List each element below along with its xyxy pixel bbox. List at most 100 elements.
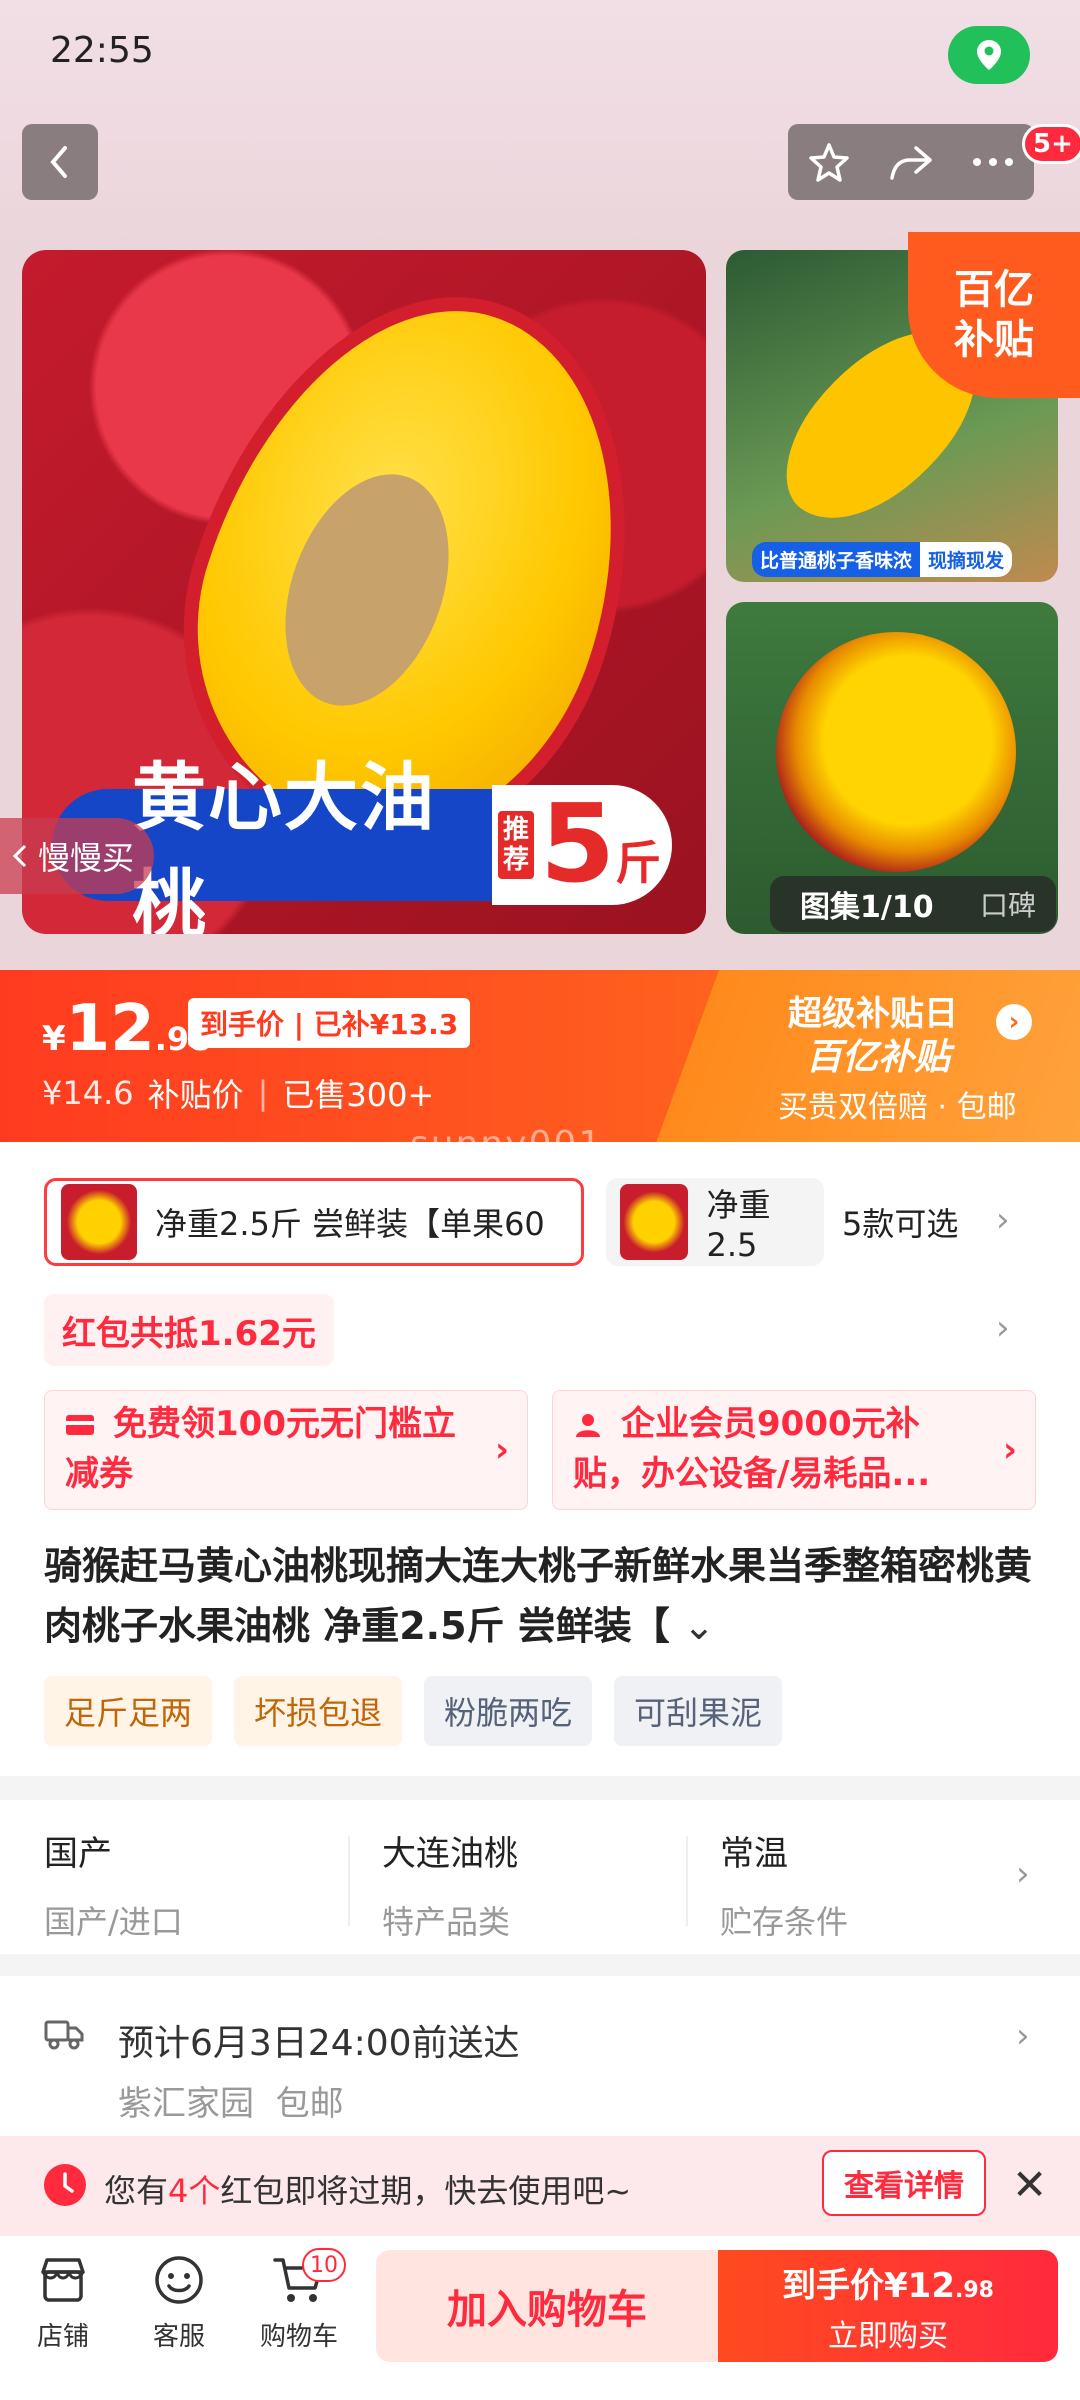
recommend-label: 推荐 (498, 811, 534, 879)
buy-now-label: 立即购买 (828, 2318, 948, 2354)
sku-option[interactable]: 净重2.5 (606, 1178, 824, 1266)
sku-label: 净重2.5 (706, 1186, 771, 1264)
recommend-weight: 5 (540, 782, 616, 907)
coupon-text: 企业会员9000元补贴，办公设备/易耗品... (573, 1404, 931, 1494)
notice-text: 您有4个红包即将过期，快去使用吧~ (104, 2166, 631, 2212)
slow-buy-button[interactable]: 慢慢买 (0, 818, 155, 894)
image-gallery[interactable]: 黄心大油桃 推荐 5 斤 慢慢买 比普通桃子香味浓 现摘现发 百亿 补贴 图集1… (0, 232, 1080, 970)
original-price: ¥14.6 (42, 1074, 134, 1112)
slow-buy-label: 慢慢买 (38, 839, 135, 877)
sku-thumbnail (61, 1184, 137, 1260)
customer-service-icon (155, 2256, 203, 2304)
sku-option-selected[interactable]: 净重2.5斤 尝鲜装【单果60 (44, 1178, 584, 1266)
promo-arrow-icon[interactable]: › (996, 1004, 1032, 1040)
price-integer: 12 (65, 992, 155, 1066)
thumbnail-tag-left: 比普通桃子香味浓 (752, 542, 921, 577)
chevron-right-icon: › (1016, 2016, 1030, 2056)
notice-suffix: 红包即将过期，快去使用吧~ (220, 2172, 632, 2210)
price-separator: | (257, 1074, 269, 1112)
coupon-free-100[interactable]: 免费领100元无门槛立减券 › (44, 1390, 528, 1510)
chevron-right-icon[interactable]: › (996, 1308, 1010, 1348)
delivery-info[interactable]: 预计6月3日24:00前送达 紫汇家园 包邮 › (0, 1976, 1080, 2136)
peach-half-illustration (776, 632, 1016, 872)
share-icon (890, 146, 932, 180)
delivery-shipping: 包邮 (275, 2084, 344, 2124)
coupon-enterprise[interactable]: 企业会员9000元补贴，办公设备/易耗品... › (552, 1390, 1036, 1510)
add-to-cart-button[interactable]: 加入购物车 (376, 2250, 718, 2362)
red-packet-notice: 您有4个红包即将过期，快去使用吧~ 查看详情 ✕ (0, 2136, 1080, 2236)
coupon-text: 免费领100元无门槛立减券 (65, 1404, 456, 1494)
delivery-eta: 预计6月3日24:00前送达 (118, 2023, 520, 2064)
banner-recommend: 推荐 5 斤 (492, 785, 672, 905)
shop-label: 店铺 (36, 2322, 89, 2352)
product-tags: 足斤足两 坏损包退 粉脆两吃 可刮果泥 (44, 1676, 783, 1746)
product-title-text: 骑猴赶马黄心油桃现摘大连大桃子新鲜水果当季整箱密桃黄肉桃子水果油桃 净重2.5斤… (44, 1544, 1033, 1648)
status-time: 22:55 (50, 30, 154, 71)
service-label: 客服 (152, 2322, 205, 2352)
service-button[interactable]: 客服 (124, 2252, 234, 2353)
chevron-left-icon (12, 844, 27, 868)
chevron-left-icon (50, 146, 67, 178)
promo-logo: 百亿补贴 (806, 1037, 951, 1078)
more-dots-icon (973, 158, 1013, 166)
delivery-address: 紫汇家园 (118, 2084, 254, 2124)
subsidy-price-label: 补贴价 (147, 1076, 244, 1114)
tag-full-weight: 足斤足两 (44, 1676, 213, 1746)
cart-count-badge: 10 (302, 2248, 346, 2282)
buy-price: 到手价¥12.98 (782, 2258, 994, 2307)
spec-key: 国产/进口 (44, 1903, 183, 1941)
chevron-right-icon: › (1016, 1854, 1030, 1894)
header: 22:55 5+ (0, 0, 1080, 250)
back-button[interactable] (22, 124, 98, 200)
promo-subtitle: 买贵双倍赔 · 包邮 (778, 1090, 1017, 1125)
chevron-right-icon[interactable]: › (996, 1200, 1010, 1240)
close-icon[interactable]: ✕ (1012, 2160, 1047, 2209)
buy-price-decimal: .98 (955, 2277, 994, 2303)
tag-damage-refund: 坏损包退 (234, 1676, 403, 1746)
subsidy-badge-line1: 百亿 (954, 267, 1034, 313)
gallery-reviews-tab[interactable]: 口碑 (980, 884, 1036, 924)
price-currency: ¥ (42, 1019, 66, 1059)
share-button[interactable] (876, 127, 946, 197)
location-indicator[interactable] (948, 26, 1030, 84)
shop-button[interactable]: 店铺 (8, 2252, 118, 2353)
thumbnail-tag: 比普通桃子香味浓 现摘现发 (752, 542, 1013, 577)
gallery-counter[interactable]: 图集1/10 口碑 (770, 876, 1056, 932)
tag-texture: 粉脆两吃 (424, 1676, 593, 1746)
tag-puree: 可刮果泥 (614, 1676, 783, 1746)
product-title[interactable]: 骑猴赶马黄心油桃现摘大连大桃子新鲜水果当季整箱密桃黄肉桃子水果油桃 净重2.5斤… (44, 1536, 1034, 1656)
chevron-right-icon: › (494, 1430, 509, 1470)
spec-value: 常温 (720, 1834, 788, 1874)
sku-count[interactable]: 5款可选 (842, 1199, 958, 1245)
spec-storage: 常温 贮存条件 (720, 1826, 848, 1943)
chevron-down-icon[interactable]: ⌄ (683, 1604, 715, 1648)
bottom-action-bar: 店铺 客服 购物车 加入购物车 到手价¥12.98 立即购买 (0, 2236, 1080, 2400)
spec-key: 特产品类 (382, 1903, 511, 1941)
cart-label: 购物车 (259, 2322, 338, 2352)
final-price-tag: 到手价 | 已补¥13.3 (188, 998, 471, 1048)
product-specs[interactable]: 国产 国产/进口 大连油桃 特产品类 常温 贮存条件 › (0, 1800, 1080, 1954)
notice-count: 4个 (168, 2172, 221, 2210)
spec-category: 大连油桃 特产品类 (382, 1826, 518, 1943)
spec-origin: 国产 国产/进口 (44, 1826, 183, 1943)
wallet-icon (66, 1415, 94, 1435)
view-details-button[interactable]: 查看详情 (822, 2150, 986, 2216)
delivery-address-line: 紫汇家园 包邮 (118, 2076, 344, 2125)
notice-prefix: 您有 (104, 2172, 169, 2210)
shop-icon (41, 2258, 85, 2302)
sku-selector: 净重2.5斤 尝鲜装【单果60 净重2.5 5款可选 (44, 1178, 958, 1266)
buy-now-button[interactable]: 到手价¥12.98 立即购买 (718, 2250, 1058, 2362)
spec-value: 国产 (44, 1834, 112, 1874)
recommend-unit: 斤 (615, 836, 662, 890)
favorite-button[interactable] (794, 127, 864, 197)
header-actions (788, 124, 1034, 200)
more-button[interactable] (958, 127, 1028, 197)
red-packet-discount[interactable]: 红包共抵1.62元 (44, 1294, 334, 1366)
gallery-count-label: 图集1/10 (800, 890, 934, 925)
spec-key: 贮存条件 (720, 1903, 849, 1941)
spec-divider (348, 1836, 350, 1926)
spec-value: 大连油桃 (382, 1834, 518, 1874)
person-icon (576, 1414, 600, 1437)
sku-label: 净重2.5斤 尝鲜装【单果60 (155, 1205, 545, 1243)
sold-count: 已售300+ (282, 1076, 435, 1114)
